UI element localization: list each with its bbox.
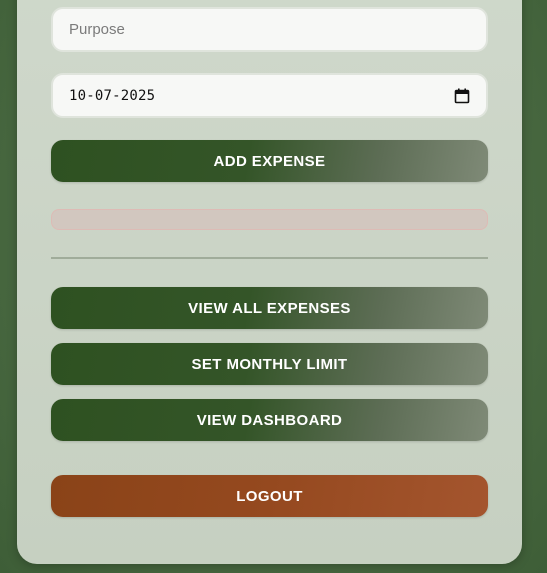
add-expense-button[interactable]: ADD EXPENSE — [51, 140, 488, 182]
divider — [51, 257, 488, 259]
logout-button[interactable]: LOGOUT — [51, 475, 488, 517]
date-value: 10-07-2025 — [69, 87, 156, 104]
purpose-input[interactable]: Purpose — [51, 7, 488, 52]
view-dashboard-button[interactable]: VIEW DASHBOARD — [51, 399, 488, 441]
purpose-placeholder: Purpose — [69, 21, 125, 38]
view-all-expenses-button[interactable]: VIEW ALL EXPENSES — [51, 287, 488, 329]
set-monthly-limit-button[interactable]: SET MONTHLY LIMIT — [51, 343, 488, 385]
date-input[interactable]: 10-07-2025 — [51, 73, 488, 118]
calendar-icon[interactable] — [454, 88, 470, 104]
message-box — [51, 209, 488, 230]
